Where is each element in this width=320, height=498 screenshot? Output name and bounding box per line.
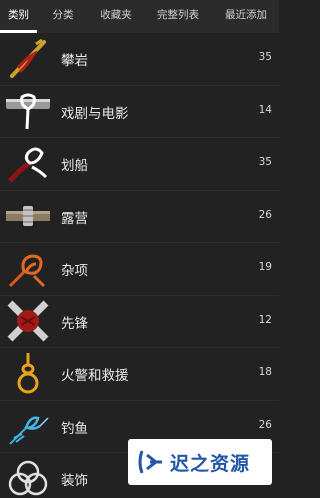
tab-recently-added[interactable]: 最近添加 [213, 0, 279, 33]
tab-favorites[interactable]: 收藏夹 [89, 0, 143, 33]
category-count: 35 [258, 51, 272, 63]
camping-knot-icon [6, 194, 50, 238]
pioneering-knot-icon [6, 299, 50, 343]
category-label: 杂项 [61, 263, 88, 279]
boating-knot-icon [6, 141, 50, 185]
category-label: 戏剧与电影 [61, 105, 129, 122]
climbing-knot-icon [6, 36, 50, 80]
category-label: 攀岩 [61, 53, 88, 69]
fishing-knot-icon [6, 404, 50, 448]
category-list: 攀岩 35 戏剧与电影 14 划船 35 露营 26 杂项 19 先锋 12 火… [0, 33, 279, 498]
category-row-camping[interactable]: 露营 26 [0, 191, 279, 243]
tab-full-list[interactable]: 完整列表 [143, 0, 213, 33]
watermark-badge: 迟之资源 [128, 439, 272, 485]
fire-rescue-knot-icon [6, 351, 50, 395]
category-label: 钓鱼 [61, 420, 88, 437]
category-row-fire-rescue[interactable]: 火警和救援 18 [0, 348, 279, 401]
category-row-theater[interactable]: 戏剧与电影 14 [0, 86, 279, 138]
category-count: 12 [258, 313, 272, 326]
tab-categories[interactable]: 类别 [0, 0, 37, 33]
theater-knot-icon [6, 89, 50, 133]
category-count: 18 [258, 366, 272, 378]
category-row-climbing[interactable]: 攀岩 35 [0, 33, 279, 86]
category-label: 火警和救援 [61, 368, 129, 384]
misc-knot-icon [6, 246, 50, 290]
category-row-pioneering[interactable]: 先锋 12 [0, 296, 279, 348]
watermark-text: 迟之资源 [170, 452, 251, 475]
tab-classification[interactable]: 分类 [37, 0, 89, 33]
category-label: 先锋 [61, 315, 88, 332]
category-label: 划船 [61, 158, 88, 174]
category-row-boating[interactable]: 划船 35 [0, 138, 279, 191]
category-count: 14 [258, 103, 272, 116]
category-row-misc[interactable]: 杂项 19 [0, 243, 279, 296]
category-count: 19 [258, 261, 272, 273]
category-label: 露营 [61, 210, 88, 227]
category-count: 35 [258, 156, 272, 168]
tab-bar: 类别 分类 收藏夹 完整列表 最近添加 [0, 0, 279, 33]
category-count: 26 [258, 208, 272, 221]
decorative-knot-icon [6, 456, 50, 498]
category-count: 26 [258, 418, 272, 431]
watermark-logo-icon [138, 450, 162, 474]
category-label: 装饰 [61, 473, 88, 489]
